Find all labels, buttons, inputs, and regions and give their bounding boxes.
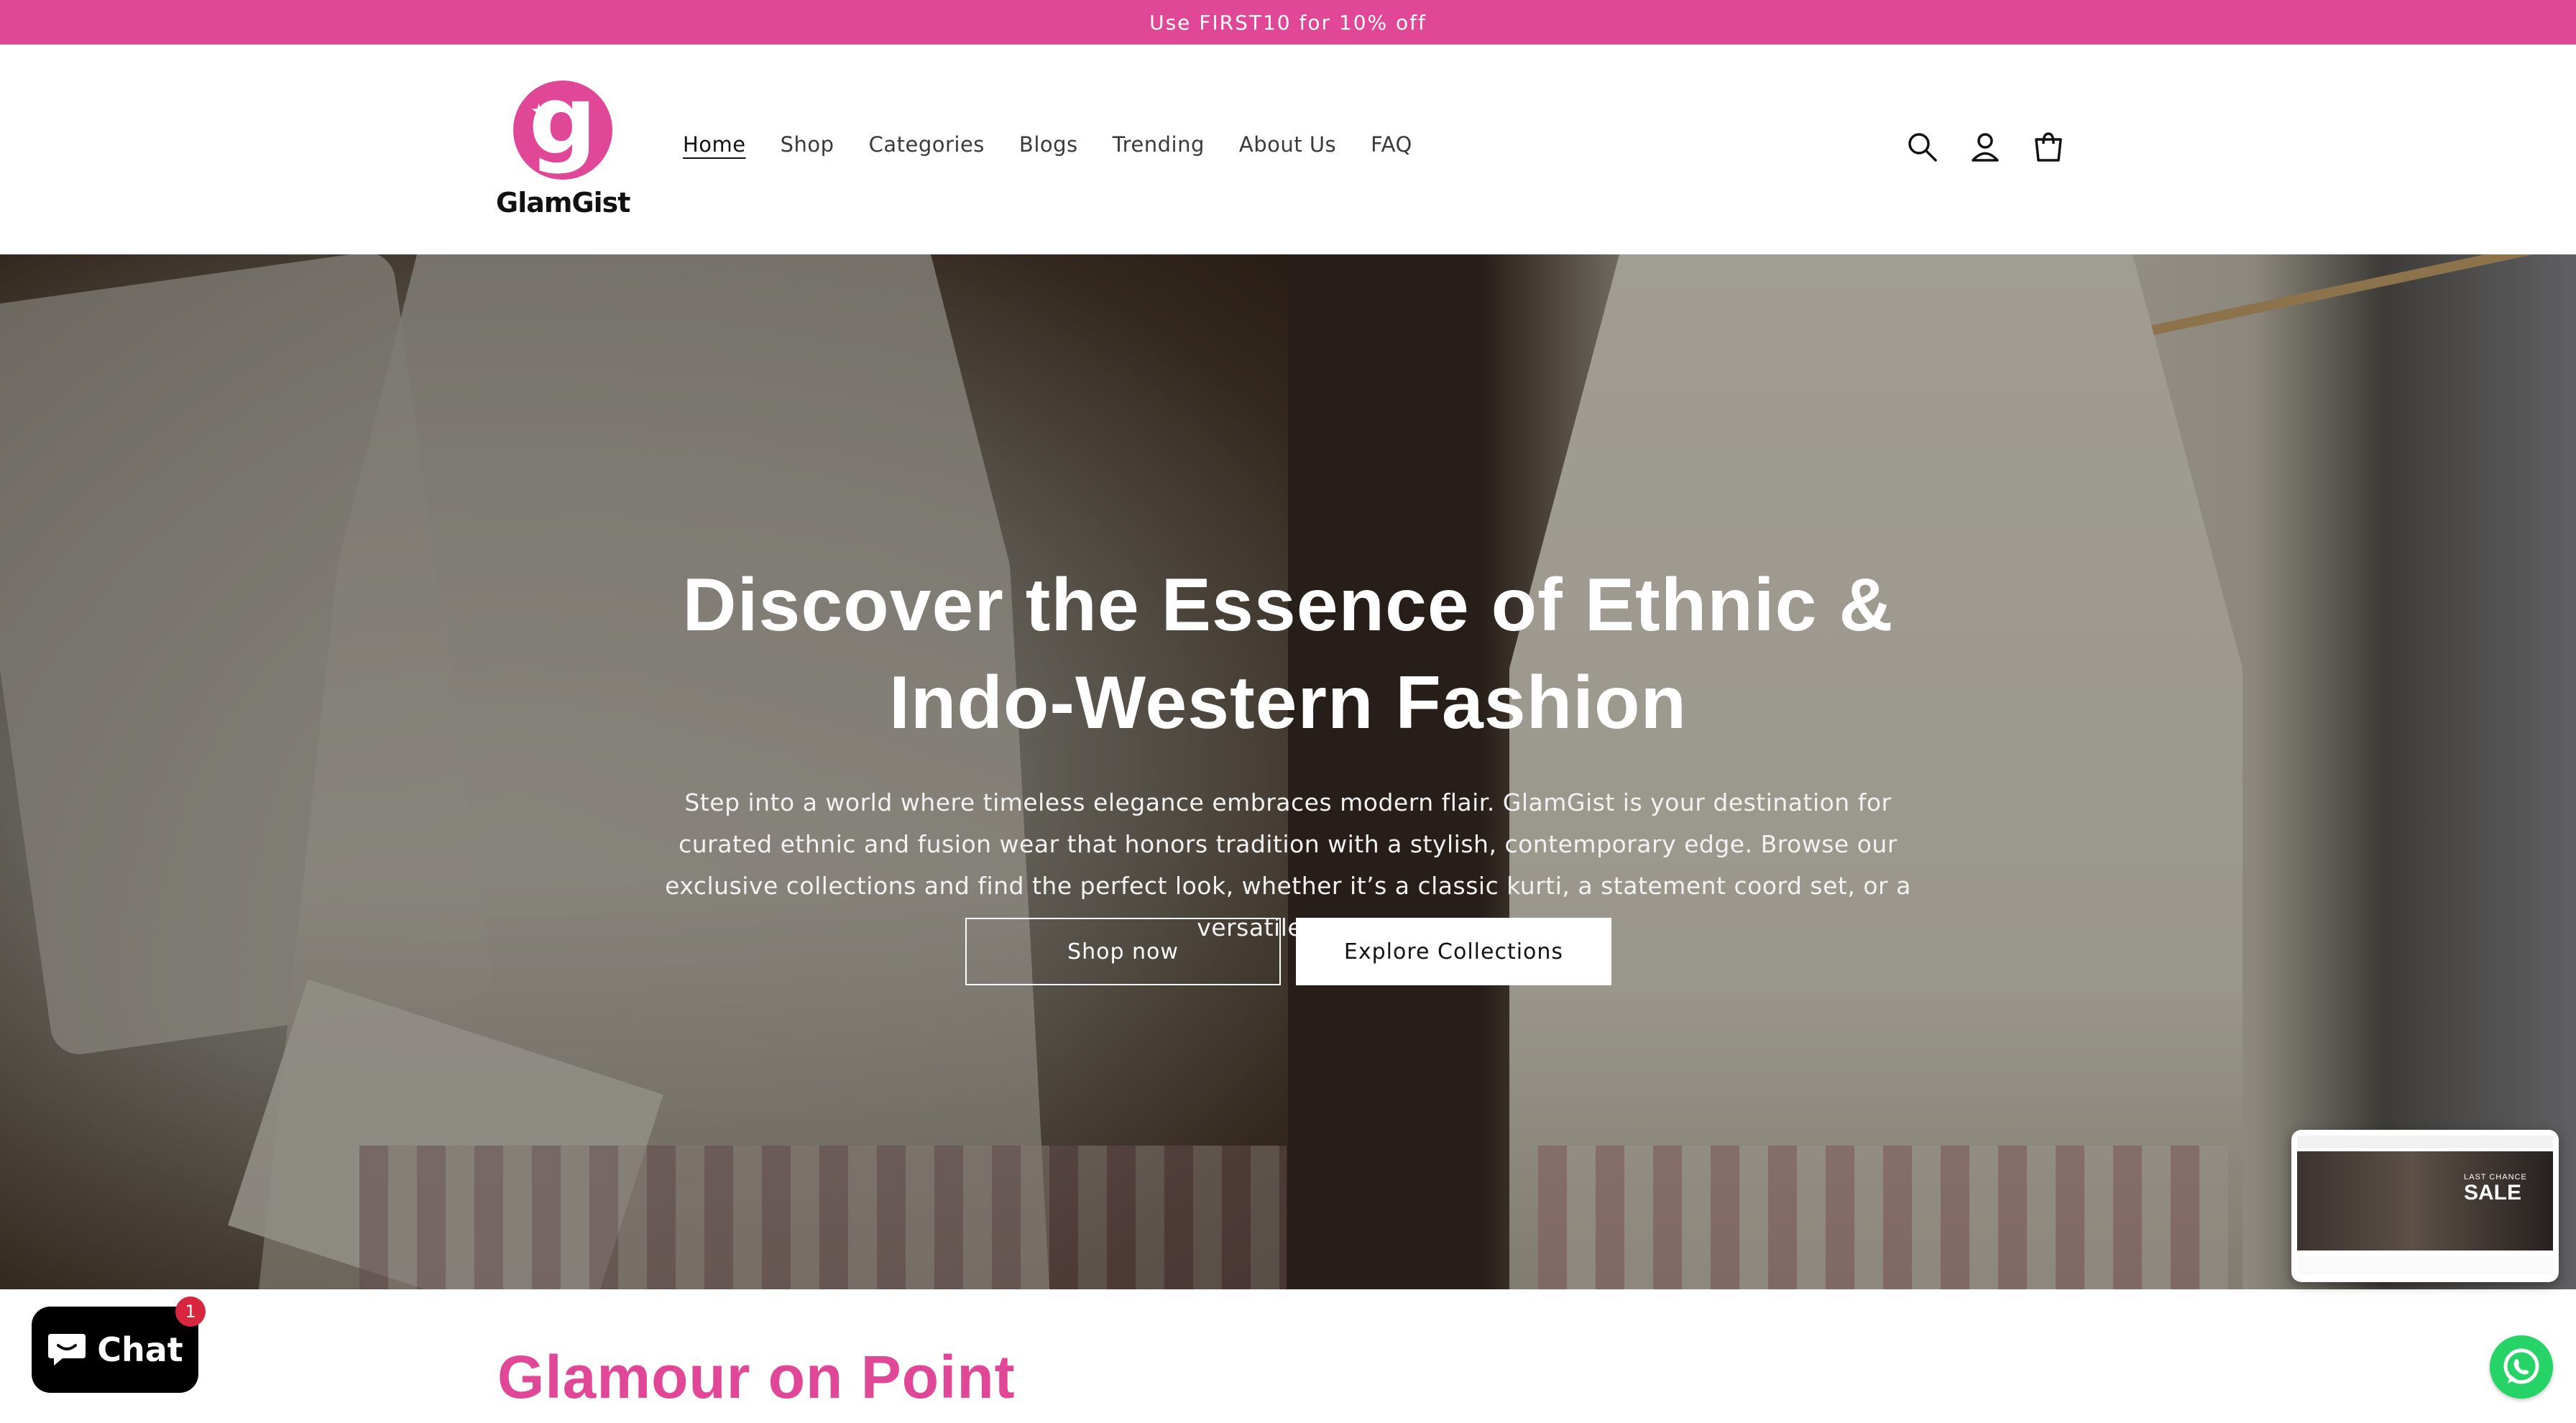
- announcement-bar: Use FIRST10 for 10% off: [0, 0, 2576, 45]
- brand-logo[interactable]: g ★ GlamGist: [496, 73, 630, 221]
- header-icons: [1905, 129, 2066, 164]
- logo-mark: g: [513, 73, 612, 180]
- hero-description: Step into a world where timeless eleganc…: [665, 788, 1911, 941]
- nav-item-categories[interactable]: Categories: [869, 132, 985, 157]
- thumbnail-caption: LAST CHANCE SALE: [2464, 1173, 2527, 1205]
- star-icon: ★: [530, 101, 548, 122]
- cart-icon[interactable]: [2031, 129, 2066, 164]
- section-title: Glamour on Point: [497, 1343, 1016, 1411]
- hero-title: Discover the Essence of Ethnic & Indo-We…: [682, 563, 1894, 745]
- thumbnail-topbar: [2297, 1136, 2553, 1148]
- search-icon[interactable]: [1905, 129, 1939, 164]
- site-header: g ★ GlamGist Home Shop Categories Blogs …: [0, 45, 2576, 254]
- nav-item-home[interactable]: Home: [683, 132, 746, 157]
- nav-item-blogs[interactable]: Blogs: [1019, 132, 1078, 157]
- nav-item-trending[interactable]: Trending: [1113, 132, 1205, 157]
- nav-item-faq[interactable]: FAQ: [1371, 132, 1412, 157]
- chat-unread-badge: 1: [175, 1297, 206, 1327]
- nav-item-shop[interactable]: Shop: [781, 132, 834, 157]
- hero-content: Discover the Essence of Ethnic & Indo-We…: [0, 556, 2576, 949]
- explore-collections-button[interactable]: Explore Collections: [1296, 918, 1611, 985]
- chat-bubble-icon: [48, 1334, 86, 1366]
- nav-item-about-us[interactable]: About Us: [1239, 132, 1336, 157]
- thumbnail-footer: [2297, 1256, 2553, 1275]
- announcement-text: Use FIRST10 for 10% off: [1149, 10, 1427, 34]
- chat-button[interactable]: Chat: [32, 1307, 198, 1393]
- whatsapp-button[interactable]: [2490, 1335, 2553, 1399]
- brand-name: GlamGist: [496, 187, 630, 218]
- account-icon[interactable]: [1968, 129, 2002, 164]
- hero-banner: Discover the Essence of Ethnic & Indo-We…: [0, 254, 2576, 1289]
- main-nav: Home Shop Categories Blogs Trending Abou…: [683, 132, 1447, 157]
- whatsapp-icon: [2503, 1348, 2539, 1384]
- video-thumbnail-popup[interactable]: LAST CHANCE SALE: [2291, 1130, 2559, 1282]
- shop-now-button[interactable]: Shop now: [965, 918, 1281, 985]
- thumbnail-line2: SALE: [2464, 1181, 2522, 1205]
- chat-label: Chat: [97, 1330, 183, 1369]
